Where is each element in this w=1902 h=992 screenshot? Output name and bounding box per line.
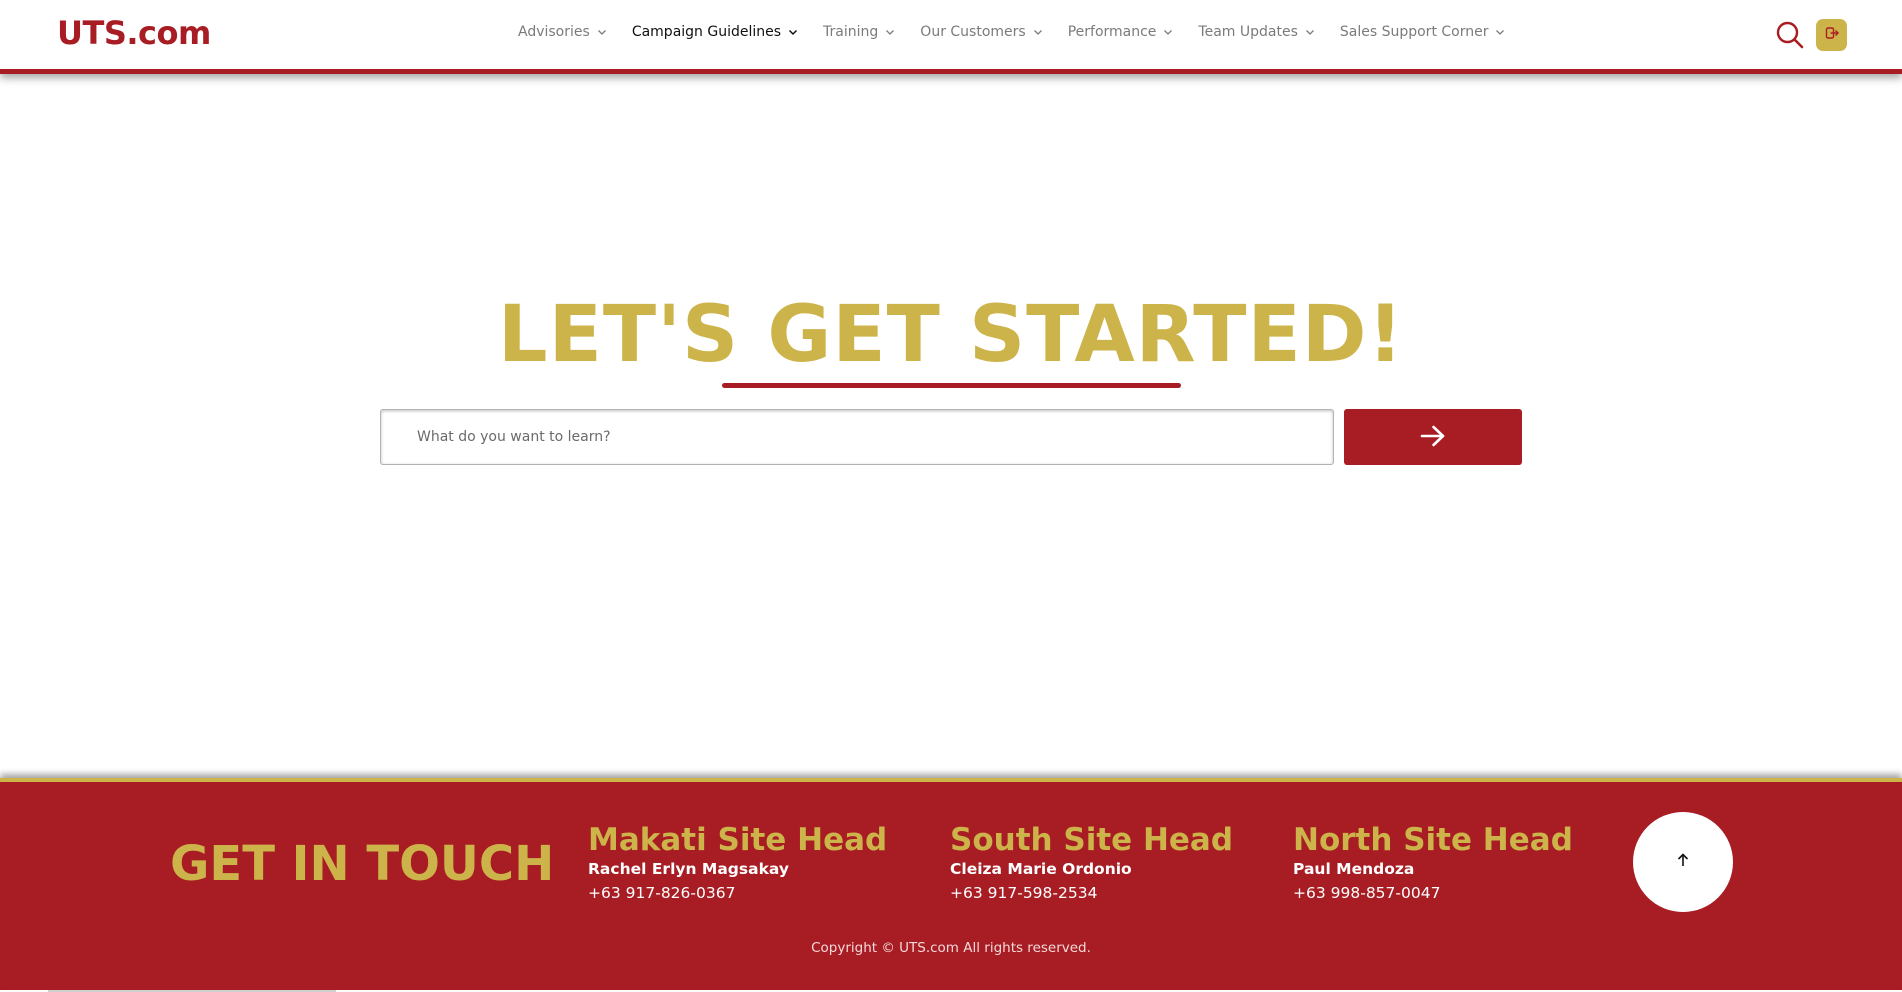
site-contact-makati: Makati Site Head Rachel Erlyn Magsakay +… [588, 822, 887, 902]
nav-item-label: Performance [1067, 24, 1157, 40]
learn-search-input[interactable] [380, 409, 1334, 465]
copyright-text: Copyright © UTS.com All rights reserved. [811, 940, 1091, 956]
chevron-down-icon [597, 27, 607, 37]
nav-item-label: Campaign Guidelines [631, 24, 782, 40]
nav-item-label: Sales Support Corner [1339, 24, 1489, 40]
chevron-down-icon [1305, 27, 1315, 37]
arrow-right-icon [1420, 424, 1446, 451]
nav-item-campaign-guidelines[interactable]: Campaign Guidelines [632, 24, 798, 40]
nav-item-team-updates[interactable]: Team Updates [1198, 24, 1314, 40]
nav-item-label: Advisories [518, 24, 590, 40]
search-icon[interactable] [1775, 20, 1805, 50]
site-head-name: Rachel Erlyn Magsakay [588, 860, 789, 878]
nav-item-label: Team Updates [1198, 24, 1298, 40]
site-logo[interactable]: UTS.com [57, 14, 211, 52]
chevron-down-icon [1495, 27, 1505, 37]
logout-button[interactable] [1816, 19, 1847, 51]
site-title: Makati Site Head [588, 822, 888, 858]
nav-item-performance[interactable]: Performance [1068, 24, 1174, 40]
site-head-name: Paul Mendoza [1293, 860, 1415, 878]
nav-item-training[interactable]: Training [823, 24, 895, 40]
arrow-up-icon [1677, 852, 1689, 872]
site-head-phone[interactable]: +63 917-826-0367 [588, 884, 887, 902]
nav-item-label: Our Customers [920, 24, 1026, 40]
back-to-top-button[interactable] [1633, 812, 1733, 912]
hero-title: LET'S GET STARTED! [497, 290, 1405, 380]
hero-title-underline [722, 383, 1181, 388]
nav-item-sales-support-corner[interactable]: Sales Support Corner [1340, 24, 1506, 40]
main-nav: Advisories Campaign Guidelines Training … [518, 24, 1530, 40]
site-head-phone[interactable]: +63 998-857-0047 [1293, 884, 1573, 902]
nav-item-advisories[interactable]: Advisories [518, 24, 607, 40]
get-in-touch-heading: GET IN TOUCH [170, 836, 555, 892]
logout-icon [1825, 26, 1839, 45]
site-head-name: Cleiza Marie Ordonio [950, 860, 1132, 878]
chevron-down-icon [788, 27, 798, 37]
site-title: South Site Head [950, 822, 1234, 858]
nav-item-label: Training [823, 24, 879, 40]
nav-item-our-customers[interactable]: Our Customers [920, 24, 1042, 40]
chevron-down-icon [1033, 27, 1043, 37]
site-contact-north: North Site Head Paul Mendoza +63 998-857… [1293, 822, 1573, 902]
site-footer: GET IN TOUCH Makati Site Head Rachel Erl… [0, 778, 1902, 992]
chevron-down-icon [1163, 27, 1173, 37]
site-header: UTS.com Advisories Campaign Guidelines T… [0, 0, 1902, 74]
site-head-phone[interactable]: +63 917-598-2534 [950, 884, 1233, 902]
site-contact-south: South Site Head Cleiza Marie Ordonio +63… [950, 822, 1233, 902]
search-submit-button[interactable] [1344, 409, 1522, 465]
site-title: North Site Head [1293, 822, 1573, 858]
chevron-down-icon [885, 27, 895, 37]
